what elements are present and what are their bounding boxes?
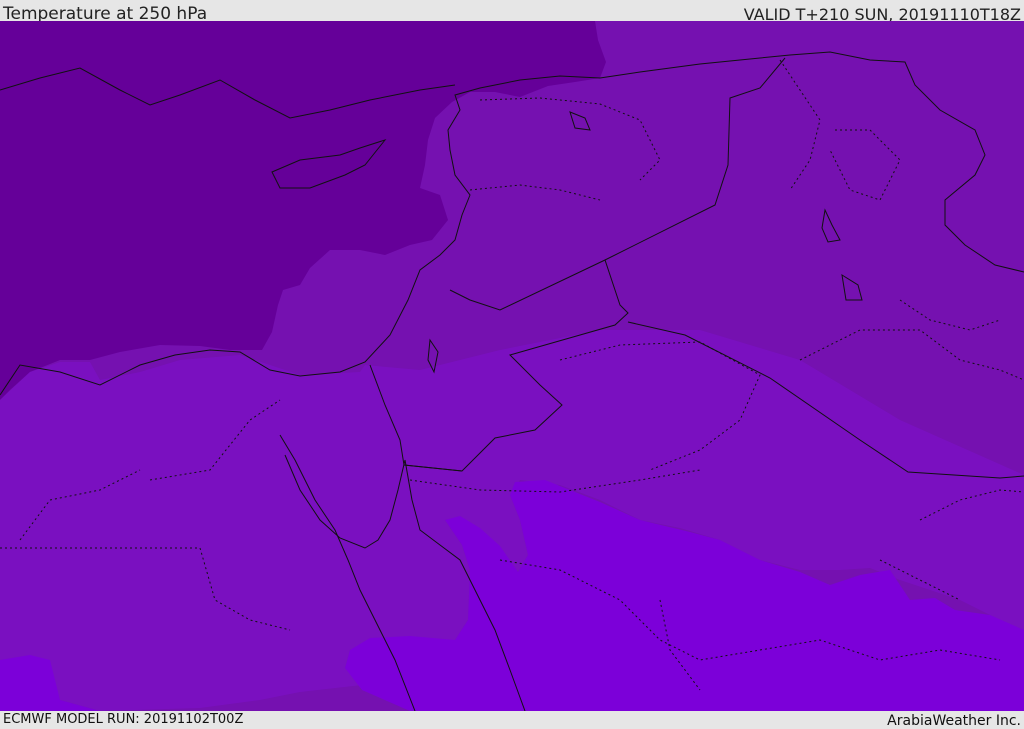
credit-label: ArabiaWeather Inc. — [887, 713, 1021, 729]
temperature-map[interactable] — [0, 21, 1024, 711]
model-run-label: ECMWF MODEL RUN: 20191102T00Z — [3, 712, 244, 727]
